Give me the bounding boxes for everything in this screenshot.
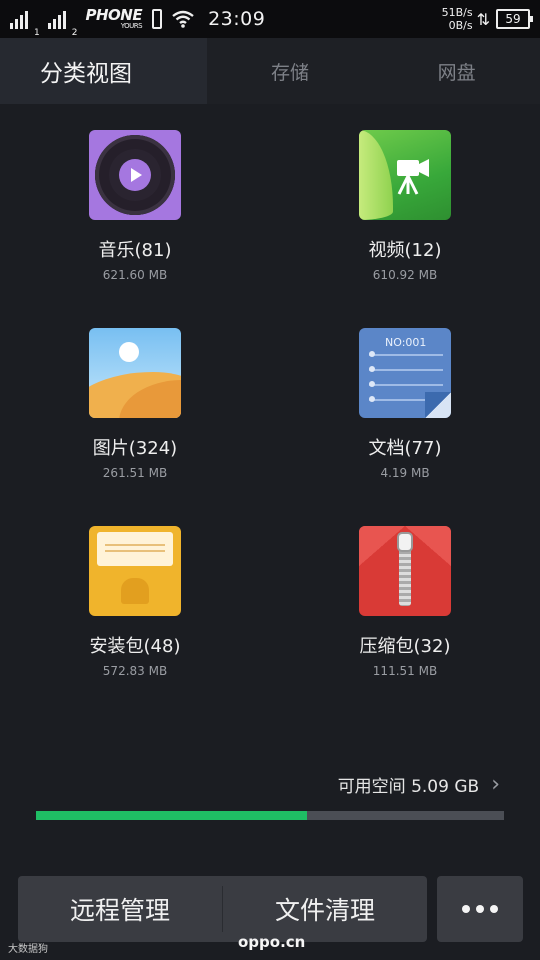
video-icon — [359, 130, 451, 220]
document-icon: NO:001 — [359, 328, 451, 418]
available-space-link[interactable]: 可用空间 5.09 GB › — [338, 772, 500, 797]
carrier-logo: PHONE YOURS — [85, 8, 142, 30]
wifi-icon — [172, 10, 194, 28]
phone-icon — [152, 9, 163, 29]
tab-storage[interactable]: 存储 — [207, 38, 374, 104]
category-name: 压缩包(32) — [359, 636, 451, 657]
category-grid: 音乐(81) 621.60 MB 视频(12) 610.92 MB 图片(324… — [0, 130, 540, 678]
tab-category-view[interactable]: 分类视图 — [0, 38, 207, 104]
picture-icon — [89, 328, 181, 418]
category-size: 4.19 MB — [380, 466, 430, 480]
speed-up: 51B/s — [441, 6, 473, 19]
category-archives[interactable]: 压缩包(32) 111.51 MB — [270, 526, 540, 678]
signal-icon — [10, 9, 30, 29]
clock: 23:09 — [208, 8, 266, 30]
package-icon — [89, 526, 181, 616]
category-name: 音乐(81) — [98, 240, 172, 261]
category-name: 视频(12) — [368, 240, 442, 261]
category-size: 572.83 MB — [102, 664, 168, 678]
category-size: 111.51 MB — [372, 664, 438, 678]
speed-down: 0B/s — [448, 19, 473, 32]
category-music[interactable]: 音乐(81) 621.60 MB — [0, 130, 270, 282]
category-pictures[interactable]: 图片(324) 261.51 MB — [0, 328, 270, 480]
document-icon-text: NO:001 — [385, 336, 427, 349]
category-size: 261.51 MB — [102, 466, 168, 480]
battery-level: 59 — [505, 12, 521, 26]
category-video[interactable]: 视频(12) 610.92 MB — [270, 130, 540, 282]
watermark: oppo.cn — [238, 933, 306, 951]
carrier-sub: YOURS — [120, 22, 143, 30]
sim2-label: 2 — [71, 28, 78, 38]
status-bar: 1 2 PHONE YOURS 23:09 51B/s 0B/s ⇅ 59 — [0, 0, 540, 38]
category-size: 610.92 MB — [372, 268, 438, 282]
more-icon — [462, 905, 470, 913]
tab-bar: 分类视图 存储 网盘 — [0, 38, 540, 104]
category-documents[interactable]: NO:001 文档(77) 4.19 MB — [270, 328, 540, 480]
category-name: 文档(77) — [368, 438, 442, 459]
sim1-label: 1 — [34, 28, 40, 38]
chevron-right-icon: › — [491, 772, 500, 797]
bottom-action-bar: 远程管理 文件清理 — [18, 876, 427, 942]
remote-manage-button[interactable]: 远程管理 — [18, 876, 222, 942]
category-packages[interactable]: 安装包(48) 572.83 MB — [0, 526, 270, 678]
zip-icon — [359, 526, 451, 616]
storage-progress-bar — [36, 811, 504, 820]
available-space-label: 可用空间 5.09 GB — [337, 777, 480, 797]
battery-icon: 59 — [496, 9, 533, 29]
storage-progress-fill — [36, 811, 308, 820]
data-arrows-icon: ⇅ — [476, 9, 490, 29]
tab-cloud-drive[interactable]: 网盘 — [373, 38, 540, 104]
signal-icon-2 — [47, 9, 68, 29]
more-button[interactable] — [437, 876, 523, 942]
category-size: 621.60 MB — [102, 268, 168, 282]
network-speed: 51B/s 0B/s — [442, 6, 473, 32]
category-name: 图片(324) — [92, 438, 178, 459]
music-icon — [89, 130, 181, 220]
category-name: 安装包(48) — [89, 636, 181, 657]
watermark-left: 大数据狗 — [8, 944, 48, 955]
